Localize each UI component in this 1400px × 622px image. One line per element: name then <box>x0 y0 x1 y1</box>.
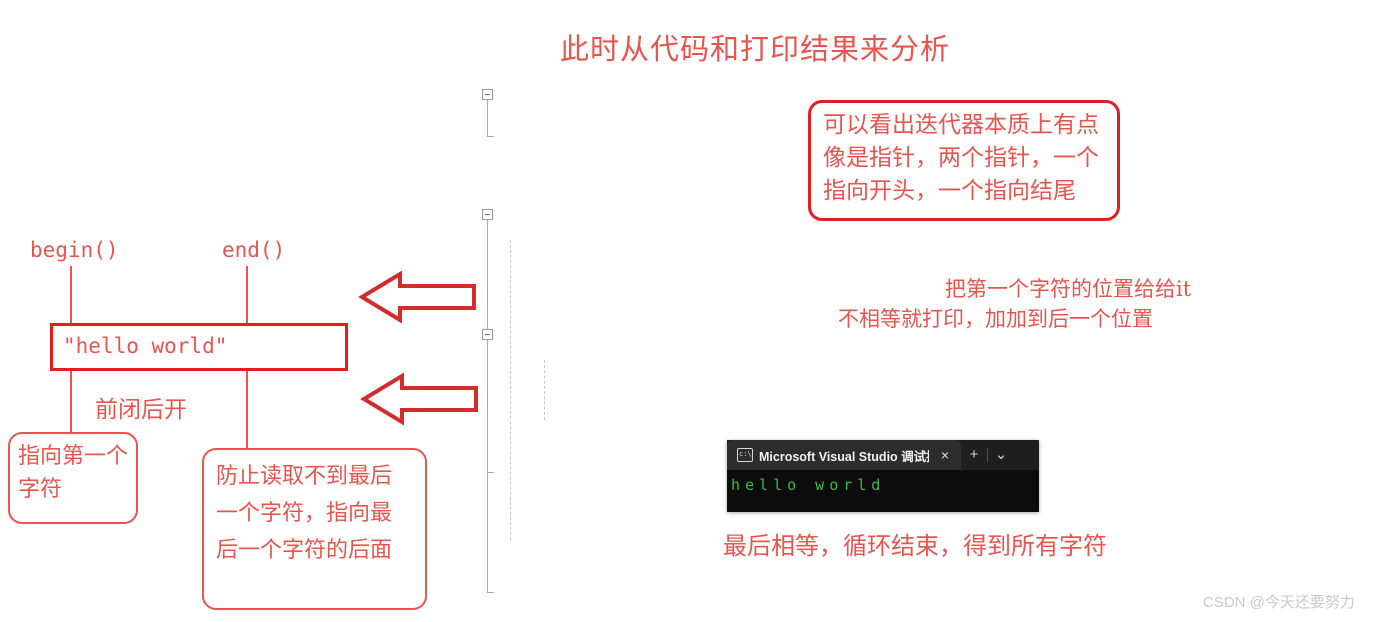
debug-console-window[interactable]: Microsoft Visual Studio 调试控 × + ⌄ hello … <box>727 440 1039 512</box>
console-tab-strip: Microsoft Visual Studio 调试控 × + ⌄ <box>727 440 1039 470</box>
code-fold-bracket-includes <box>487 100 488 136</box>
indent-guide-1 <box>510 240 511 540</box>
code-fold-bracket-end-main <box>487 592 494 593</box>
label-half-open-interval: 前闭后开 <box>95 397 187 423</box>
connector-end-top <box>246 266 248 324</box>
connector-begin-top <box>70 266 72 324</box>
code-fold-bracket-end-includes <box>487 136 494 137</box>
page-title: 此时从代码和打印结果来分析 <box>560 32 951 66</box>
callout-prevent-miss-last-char: 防止读取不到最后一个字符，指向最后一个字符的后面 <box>202 448 427 610</box>
arrow-left-upper <box>358 270 476 324</box>
code-fold-marker-includes[interactable] <box>482 89 493 100</box>
label-end: end() <box>222 238 286 262</box>
annotation-loop-end-note: 最后相等，循环结束，得到所有字符 <box>723 532 1107 560</box>
callout-iterator-explanation: 可以看出迭代器本质上有点像是指针，两个指针，一个指向开头，一个指向结尾 <box>808 100 1120 221</box>
arrow-left-lower <box>360 372 478 426</box>
string-literal-text: "hello world" <box>63 334 228 358</box>
chevron-down-icon[interactable]: ⌄ <box>988 440 1014 470</box>
console-output-text: hello world <box>731 476 886 494</box>
connector-end-bottom <box>246 371 248 449</box>
console-body: hello world <box>727 470 1039 512</box>
close-icon[interactable]: × <box>935 440 955 470</box>
indent-guide-2 <box>544 360 545 420</box>
new-tab-button[interactable]: + <box>961 440 987 470</box>
code-fold-bracket-while <box>487 340 488 472</box>
string-literal-box: "hello world" <box>50 323 348 371</box>
connector-begin-bottom <box>70 371 72 433</box>
console-tab[interactable]: Microsoft Visual Studio 调试控 × <box>727 440 961 470</box>
label-begin: begin() <box>30 238 119 262</box>
code-fold-bracket-end-while <box>487 472 494 473</box>
code-fold-marker-while[interactable] <box>482 329 493 340</box>
csdn-watermark: CSDN @今天还要努力 <box>1203 594 1355 611</box>
console-tab-title: Microsoft Visual Studio 调试控 <box>759 449 929 464</box>
code-fold-marker-main[interactable] <box>482 209 493 220</box>
annotation-begin-note: 把第一个字符的位置给给it <box>945 277 1192 301</box>
annotation-while-note: 不相等就打印，加加到后一个位置 <box>838 307 1153 331</box>
console-window-icon <box>737 448 753 462</box>
slide-canvas: 此时从代码和打印结果来分析 #include<iostream>#include… <box>0 0 1400 622</box>
callout-points-to-first-char: 指向第一个字符 <box>8 432 138 524</box>
